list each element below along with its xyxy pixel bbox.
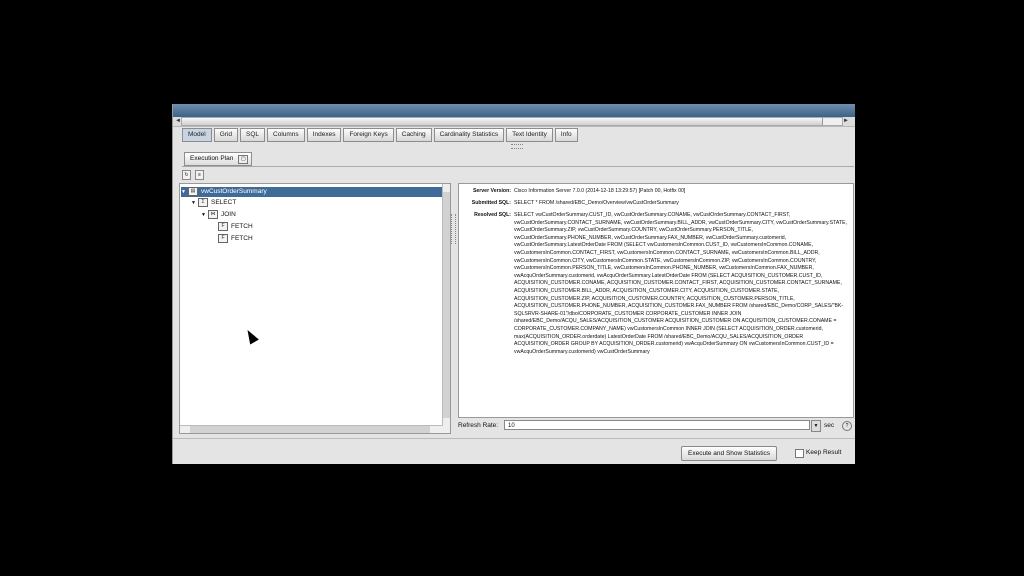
tree-horizontal-scrollbar[interactable] — [180, 425, 443, 433]
tab-info[interactable]: Info — [554, 128, 578, 142]
tab-model[interactable]: Model — [182, 128, 212, 142]
expand-icon[interactable]: ▼ — [181, 187, 188, 197]
tree-node-fetch-2[interactable]: F FETCH — [218, 234, 253, 244]
tree-vertical-scrollbar[interactable] — [442, 184, 450, 433]
tree-node-select-label: SELECT — [211, 199, 237, 207]
help-icon[interactable]: ? — [842, 421, 852, 431]
keep-result-checkbox[interactable] — [795, 449, 804, 458]
execute-and-show-statistics-button[interactable]: Execute and Show Statistics — [681, 446, 778, 461]
scroll-thumb[interactable] — [443, 192, 450, 418]
tree-node-select[interactable]: ▼ Σ SELECT — [191, 198, 236, 208]
submitted-sql-label: Submitted SQL: — [471, 200, 511, 206]
tab-caching[interactable]: Caching — [395, 128, 432, 142]
refresh-rate-unit: sec — [824, 422, 835, 429]
expand-icon[interactable]: ▼ — [191, 198, 198, 208]
app-window: ◄ ► Model Grid SQL Columns Indexes Forei… — [172, 104, 855, 464]
chevron-down-icon[interactable]: ▼ — [811, 420, 821, 432]
execution-plan-label: Execution Plan — [190, 155, 234, 162]
execution-plan-tree: ▼ ▤ vwCustOrderSummary ▼ Σ SELECT ▼ ⋈ JOIN F FE… — [179, 183, 451, 434]
selection-bar — [173, 104, 855, 117]
tab-columns[interactable]: Columns — [267, 128, 305, 142]
scroll-thumb[interactable] — [190, 426, 430, 433]
tree-node-join[interactable]: ▼ ⋈ JOIN — [201, 210, 236, 220]
scroll-thumb[interactable] — [182, 118, 823, 125]
tree-node-join-label: JOIN — [221, 211, 236, 219]
join-icon: ⋈ — [208, 210, 218, 219]
mouse-cursor-icon — [243, 327, 259, 345]
refresh-rate-row: Refresh Rate: 10 ▼ sec ? — [458, 420, 854, 432]
plan-details-panel: Server Version: Cisco Information Server… — [458, 183, 854, 418]
top-horizontal-scrollbar[interactable] — [181, 117, 843, 126]
tab-foreign-keys[interactable]: Foreign Keys — [343, 128, 394, 142]
resolved-sql-label: Resolved SQL: — [474, 212, 511, 218]
plan-toolbar: ↻ ≡ — [182, 170, 204, 180]
tree-node-root-label: vwCustOrderSummary — [201, 188, 267, 196]
expand-icon[interactable]: ▼ — [201, 210, 208, 220]
splitter-grip[interactable] — [511, 144, 523, 149]
tab-sql[interactable]: SQL — [240, 128, 266, 142]
scroll-right-icon[interactable]: ► — [843, 118, 849, 124]
view-icon: ▤ — [188, 187, 198, 196]
select-icon: Σ — [198, 198, 208, 207]
close-tab-icon[interactable]: ▢ — [238, 155, 249, 164]
footer-bar: Execute and Show Statistics Keep Result — [173, 438, 855, 464]
sub-tab-bar: Execution Plan ▢ — [182, 152, 854, 167]
submitted-sql-value: SELECT * FROM /shared/EBC_Demo/Overview/… — [514, 200, 679, 206]
tab-grid[interactable]: Grid — [213, 128, 238, 142]
resolved-sql-value: SELECT vwCustOrderSummary.CUST_ID, vwCus… — [514, 212, 848, 355]
tab-execution-plan[interactable]: Execution Plan ▢ — [184, 152, 253, 166]
tree-node-fetch-1-label: FETCH — [231, 223, 253, 231]
server-version-label: Server Version: — [472, 188, 511, 194]
refresh-rate-input[interactable]: 10 — [504, 420, 810, 430]
tab-cardinality-statistics[interactable]: Cardinality Statistics — [433, 128, 505, 142]
tree-node-root[interactable]: ▼ ▤ vwCustOrderSummary — [181, 187, 443, 197]
top-tab-bar: Model Grid SQL Columns Indexes Foreign K… — [182, 128, 578, 142]
fetch-icon: F — [218, 234, 228, 243]
tree-node-fetch-2-label: FETCH — [231, 235, 253, 243]
tab-text-identity[interactable]: Text Identity — [506, 128, 553, 142]
refresh-icon[interactable]: ↻ — [182, 170, 191, 180]
top-strip: ◄ ► — [173, 104, 855, 127]
fetch-icon: F — [218, 222, 228, 231]
keep-result-label: Keep Result — [806, 449, 842, 456]
scroll-left-icon[interactable]: ◄ — [175, 118, 181, 124]
refresh-rate-label: Refresh Rate: — [458, 422, 499, 429]
pane-splitter[interactable] — [451, 214, 456, 244]
server-version-value: Cisco Information Server 7.0.0 (2014-12-… — [514, 188, 686, 194]
tab-indexes[interactable]: Indexes — [306, 128, 342, 142]
tree-node-fetch-1[interactable]: F FETCH — [218, 222, 253, 232]
document-icon[interactable]: ≡ — [195, 170, 204, 180]
